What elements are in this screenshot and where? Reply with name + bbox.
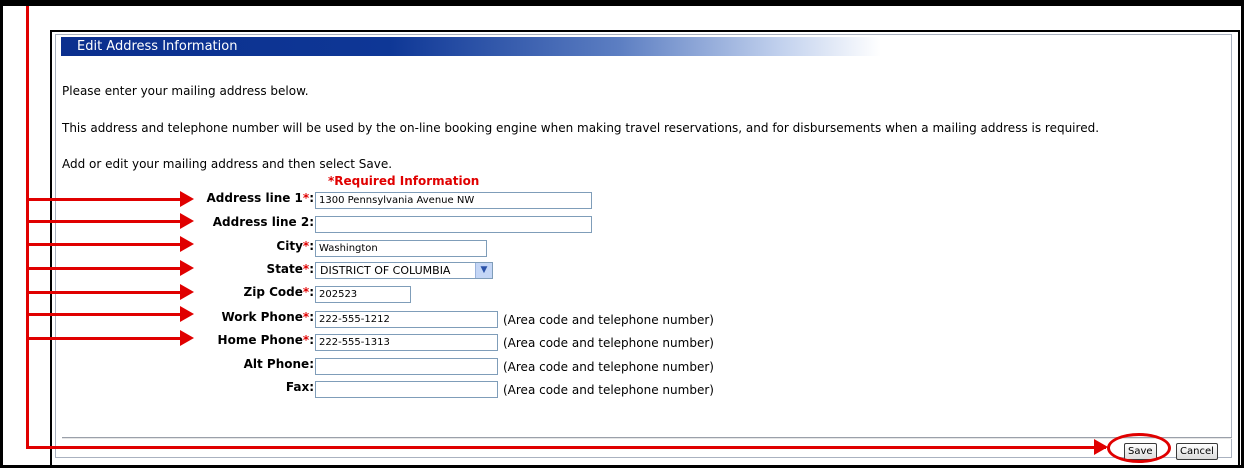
panel-title: Edit Address Information — [61, 37, 881, 56]
cancel-button[interactable]: Cancel — [1176, 443, 1218, 460]
instruction-text: Add or edit your mailing address and the… — [62, 157, 393, 171]
arrow-head-icon — [180, 191, 194, 207]
state-label: State*: — [266, 262, 314, 276]
zip-input[interactable]: 202523 — [315, 286, 411, 303]
fax-input[interactable] — [315, 381, 498, 398]
annotation-arrow-city — [26, 243, 186, 246]
description-text: This address and telephone number will b… — [62, 121, 1100, 135]
annotation-arrow-home-phone — [26, 337, 186, 340]
work-phone-input[interactable]: 222-555-1212 — [315, 311, 498, 328]
address2-label: Address line 2: — [212, 215, 314, 229]
alt-phone-hint: (Area code and telephone number) — [503, 360, 714, 374]
home-phone-label: Home Phone*: — [217, 333, 314, 347]
address1-input[interactable]: 1300 Pennsylvania Avenue NW — [315, 192, 592, 209]
address2-input[interactable] — [315, 216, 592, 233]
city-label: City*: — [276, 239, 314, 253]
annotation-arrow-address2 — [26, 220, 186, 223]
city-input[interactable]: Washington — [315, 240, 487, 257]
state-selected-value: DISTRICT OF COLUMBIA — [320, 264, 451, 277]
alt-phone-label: Alt Phone: — [243, 357, 314, 371]
work-phone-label: Work Phone*: — [221, 310, 315, 324]
annotation-arrow-work-phone — [26, 313, 186, 316]
save-highlight-oval — [1107, 433, 1171, 463]
address1-label: Address line 1*: — [206, 191, 314, 205]
intro-text: Please enter your mailing address below. — [62, 84, 309, 98]
annotation-arrow-address1 — [26, 198, 186, 201]
required-note: *Required Information — [328, 174, 480, 188]
footer-divider — [62, 437, 1232, 439]
annotation-vertical-line — [26, 6, 29, 448]
home-phone-input[interactable]: 222-555-1313 — [315, 334, 498, 351]
chevron-down-icon[interactable]: ▼ — [475, 263, 492, 278]
arrow-head-icon — [180, 306, 194, 322]
annotation-arrow-save — [26, 446, 1106, 449]
work-phone-hint: (Area code and telephone number) — [503, 313, 714, 327]
arrow-head-icon — [180, 236, 194, 252]
annotation-arrow-state — [26, 267, 186, 270]
home-phone-hint: (Area code and telephone number) — [503, 336, 714, 350]
annotation-arrow-zip — [26, 291, 186, 294]
arrow-head-icon — [180, 213, 194, 229]
arrow-head-icon — [180, 284, 194, 300]
arrow-head-icon — [180, 330, 194, 346]
arrow-head-icon — [180, 260, 194, 276]
alt-phone-input[interactable] — [315, 358, 498, 375]
zip-label: Zip Code*: — [243, 285, 314, 299]
fax-label: Fax: — [285, 380, 314, 394]
state-select[interactable]: DISTRICT OF COLUMBIA ▼ — [315, 262, 493, 279]
fax-hint: (Area code and telephone number) — [503, 383, 714, 397]
arrow-head-icon — [1094, 439, 1108, 455]
